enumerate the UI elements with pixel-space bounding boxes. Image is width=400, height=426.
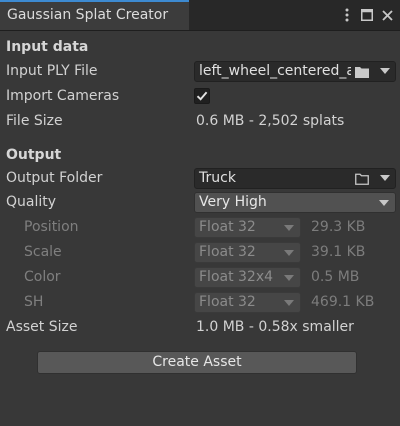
quality-dropdown[interactable]: Very High	[194, 192, 396, 213]
asset-size-value: 1.0 MB - 0.58x smaller	[196, 319, 354, 335]
window-title: Gaussian Splat Creator	[7, 7, 169, 23]
color-format-dropdown: Float 32x4	[194, 267, 301, 288]
window-controls	[340, 5, 394, 25]
gaussian-splat-creator-window: Gaussian Splat Creator Input data Input …	[0, 0, 400, 426]
input-section-row: Input data	[0, 37, 400, 59]
param-row: Color Float 32x4 0.5 MB	[0, 267, 400, 289]
ply-dropdown-icon[interactable]	[373, 62, 395, 81]
input-ply-row: Input PLY File left_wheel_centered_and	[0, 61, 400, 83]
kebab-menu-icon[interactable]	[340, 7, 354, 23]
input-data-header: Input data	[6, 39, 89, 55]
chevron-down-icon	[284, 300, 294, 306]
position-size-value: 29.3 KB	[311, 219, 366, 235]
sh-size-value: 469.1 KB	[311, 294, 375, 310]
input-ply-field[interactable]: left_wheel_centered_and	[194, 61, 396, 82]
file-size-label: File Size	[6, 113, 63, 129]
input-ply-label: Input PLY File	[6, 63, 98, 79]
chevron-down-icon	[379, 200, 389, 206]
window-tab[interactable]: Gaussian Splat Creator	[0, 0, 189, 30]
chevron-down-icon	[284, 275, 294, 281]
param-row: Scale Float 32 39.1 KB	[0, 242, 400, 264]
asset-size-row: Asset Size 1.0 MB - 0.58x smaller	[0, 317, 400, 339]
folder-icon[interactable]	[351, 169, 373, 188]
output-header: Output	[6, 147, 62, 163]
create-asset-button[interactable]: Create Asset	[37, 351, 357, 374]
output-folder-row: Output Folder Truck	[0, 168, 400, 190]
output-folder-label: Output Folder	[6, 170, 103, 186]
folder-dropdown-icon[interactable]	[373, 169, 395, 188]
quality-value: Very High	[199, 194, 267, 210]
inspector-content: Input data Input PLY File left_wheel_cen…	[0, 31, 400, 426]
quality-label: Quality	[6, 194, 57, 210]
scale-format-value: Float 32	[199, 244, 256, 260]
color-label: Color	[24, 269, 61, 285]
quality-row: Quality Very High	[0, 192, 400, 214]
sh-label: SH	[24, 294, 44, 310]
position-format-dropdown: Float 32	[194, 217, 301, 238]
import-cameras-label: Import Cameras	[6, 88, 120, 104]
chevron-down-icon	[284, 225, 294, 231]
output-section-row: Output	[0, 145, 400, 167]
checkmark-icon	[196, 91, 208, 101]
file-size-value: 0.6 MB - 2,502 splats	[196, 113, 345, 129]
asset-size-label: Asset Size	[6, 319, 78, 335]
maximize-icon[interactable]	[360, 7, 374, 23]
chevron-down-icon	[284, 250, 294, 256]
input-ply-value: left_wheel_centered_and	[199, 63, 373, 79]
param-row: SH Float 32 469.1 KB	[0, 292, 400, 314]
scale-format-dropdown: Float 32	[194, 242, 301, 263]
import-cameras-checkbox[interactable]	[194, 88, 210, 104]
position-format-value: Float 32	[199, 219, 256, 235]
close-icon[interactable]	[380, 7, 394, 23]
color-size-value: 0.5 MB	[311, 269, 360, 285]
output-folder-field[interactable]: Truck	[194, 168, 396, 189]
folder-icon[interactable]	[351, 62, 373, 81]
color-format-value: Float 32x4	[199, 269, 274, 285]
title-bar: Gaussian Splat Creator	[0, 0, 400, 31]
param-row: Position Float 32 29.3 KB	[0, 217, 400, 239]
output-folder-value: Truck	[199, 170, 236, 186]
position-label: Position	[24, 219, 79, 235]
sh-format-dropdown: Float 32	[194, 292, 301, 313]
scale-size-value: 39.1 KB	[311, 244, 366, 260]
scale-label: Scale	[24, 244, 62, 260]
file-size-row: File Size 0.6 MB - 2,502 splats	[0, 111, 400, 133]
import-cameras-row: Import Cameras	[0, 86, 400, 108]
sh-format-value: Float 32	[199, 294, 256, 310]
